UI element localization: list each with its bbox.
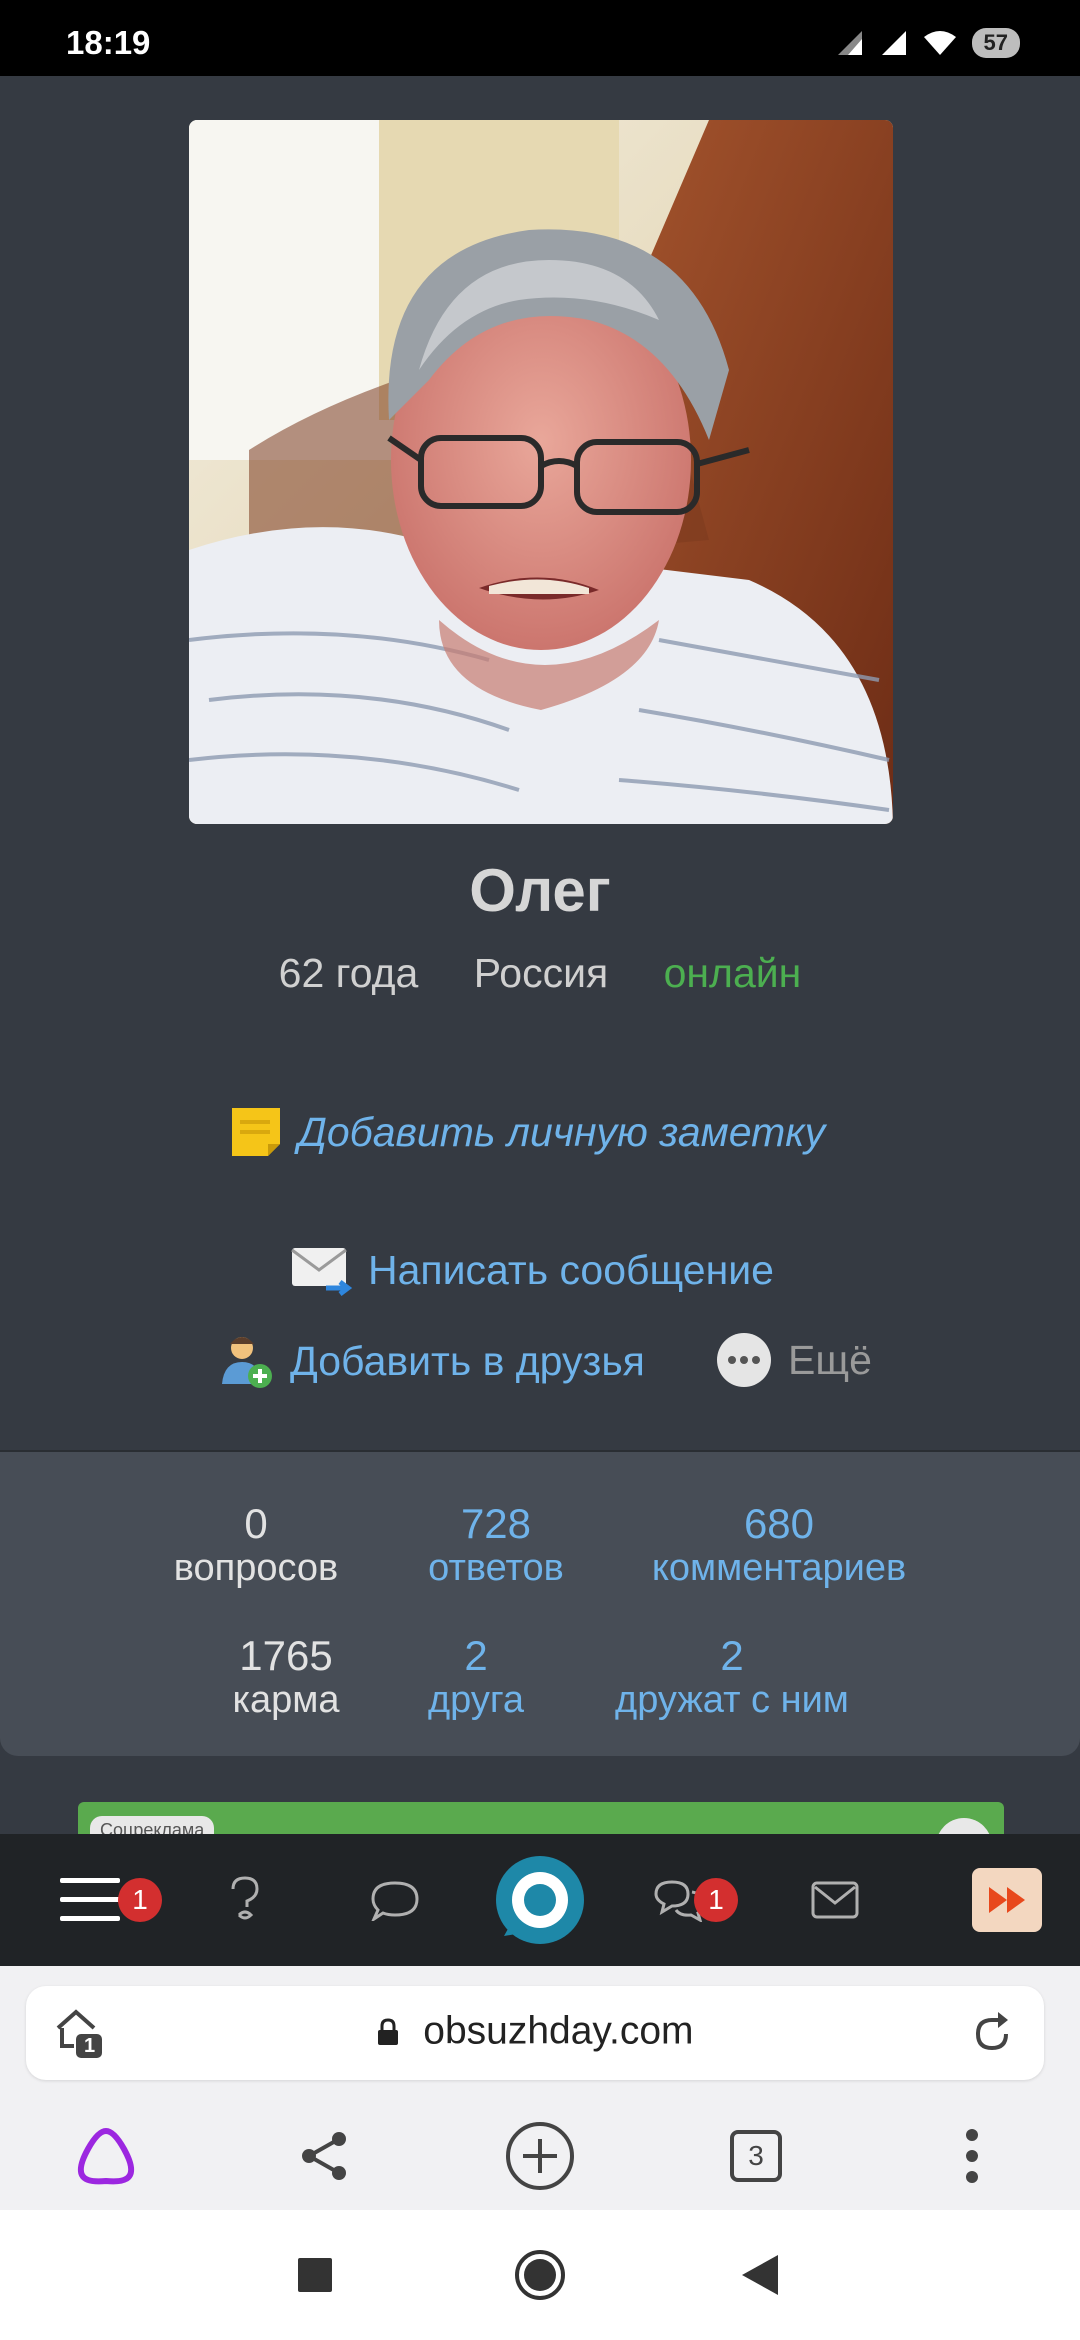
url-text: obsuzhday.com [423,2009,694,2053]
stat-karma[interactable]: 1765 карма [206,1634,366,1722]
add-friend-icon [222,1337,272,1388]
status-bar: 18:19 57 [0,0,1080,76]
plus-circle-icon [506,2122,574,2190]
reload-icon[interactable] [972,2012,1014,2054]
share-button[interactable] [274,2102,374,2210]
home-icon[interactable] [514,2249,566,2301]
profile-age: 62 года [278,950,419,996]
recents-icon[interactable] [298,2258,332,2292]
stat-friend-of[interactable]: 2 дружат с ним [600,1634,864,1722]
browser-nav-bar: 3 [0,2102,1080,2210]
questions-button[interactable] [190,1834,300,1966]
comments-button[interactable] [340,1834,450,1966]
tabs-count-box: 3 [730,2130,782,2182]
lock-icon [378,2018,399,2045]
hamburger-menu-icon [60,1878,120,1921]
ad-info-icon[interactable] [936,1818,992,1834]
site-logo-icon [496,1856,584,1944]
sticky-note-icon [232,1108,280,1156]
profile-country: Россия [473,950,609,996]
add-note-link[interactable]: Добавить личную заметку [230,1106,825,1158]
stat-karma-label: карма [232,1679,340,1721]
stat-friend-of-label: дружат с ним [615,1679,849,1721]
fast-forward-box [972,1868,1042,1932]
share-icon [302,2132,346,2180]
ad-banner[interactable]: Соцреклама [78,1802,1004,1834]
question-icon [231,1876,259,1920]
tabs-button[interactable]: 3 [706,2102,806,2210]
battery-indicator: 57 [971,28,1020,58]
stat-friends[interactable]: 2 друга [406,1634,546,1722]
stat-friends-label: друга [427,1679,525,1721]
write-message-label: Написать сообщение [368,1246,774,1293]
status-icons: 57 [834,28,1020,58]
stat-karma-value: 1765 [239,1632,333,1679]
add-note-label: Добавить личную заметку [298,1108,826,1155]
stat-comments[interactable]: 680 комментариев [644,1502,914,1590]
alice-assistant-icon [77,2127,135,2185]
fast-forward-button[interactable] [952,1834,1062,1966]
speech-bubble-icon [371,1881,419,1921]
stat-answers-label: ответов [428,1547,564,1589]
stat-questions-value: 0 [244,1500,268,1547]
stat-friends-value: 2 [464,1632,488,1679]
mail-icon [811,1881,859,1919]
browser-chrome: 1 obsuzhday.com 3 [0,1966,1080,2210]
home-logo-button[interactable] [490,1834,590,1966]
alice-assistant-button[interactable] [56,2102,156,2210]
back-icon[interactable] [742,2255,778,2295]
stat-questions[interactable]: 0 вопросов [166,1502,346,1590]
stat-questions-label: вопросов [173,1547,339,1589]
system-navigation-bar [0,2210,1080,2340]
chats-button[interactable]: 1 [620,1834,740,1966]
profile-stats: 0 вопросов 728 ответов 680 комментариев … [0,1450,1080,1756]
tabs-count: 3 [748,2140,764,2171]
chats-badge: 1 [694,1878,738,1922]
stat-comments-value: 680 [743,1500,815,1547]
stat-friend-of-value: 2 [720,1632,744,1679]
more-button[interactable]: Ещё [716,1332,872,1388]
status-time: 18:19 [66,24,151,61]
menu-button[interactable]: 1 [30,1834,162,1966]
write-message-link[interactable]: Написать сообщение [290,1244,774,1296]
stat-answers-value: 728 [460,1500,532,1547]
online-status: онлайн [663,950,802,996]
cell-signal-icon [837,31,862,55]
new-tab-button[interactable] [490,2102,590,2210]
address-bar[interactable]: 1 obsuzhday.com [26,1986,1044,2080]
profile-meta: 62 года Россия онлайн [0,950,1080,997]
ad-label: Соцреклама [90,1816,215,1834]
url-display[interactable]: obsuzhday.com [26,2008,1044,2054]
menu-badge: 1 [118,1878,162,1922]
stat-comments-label: комментариев [651,1547,907,1589]
messages-button[interactable] [780,1834,890,1966]
more-label: Ещё [788,1336,872,1383]
kebab-menu-icon [966,2129,978,2183]
profile-name: Олег [469,857,611,924]
stat-answers[interactable]: 728 ответов [416,1502,576,1590]
more-dots-icon [717,1333,771,1387]
add-friend-label: Добавить в друзья [290,1337,645,1384]
profile-page: Олег 62 года Россия онлайн Добавить личн… [0,76,1080,1834]
site-toolbar: 1 1 [0,1834,1080,1966]
wifi-icon [923,31,956,55]
browser-menu-button[interactable] [922,2102,1022,2210]
add-friend-link[interactable]: Добавить в друзья [220,1332,645,1390]
fast-forward-icon [989,1887,1025,1913]
profile-avatar[interactable] [189,120,893,824]
envelope-icon [291,1248,352,1296]
cell-signal-icon [881,31,906,55]
